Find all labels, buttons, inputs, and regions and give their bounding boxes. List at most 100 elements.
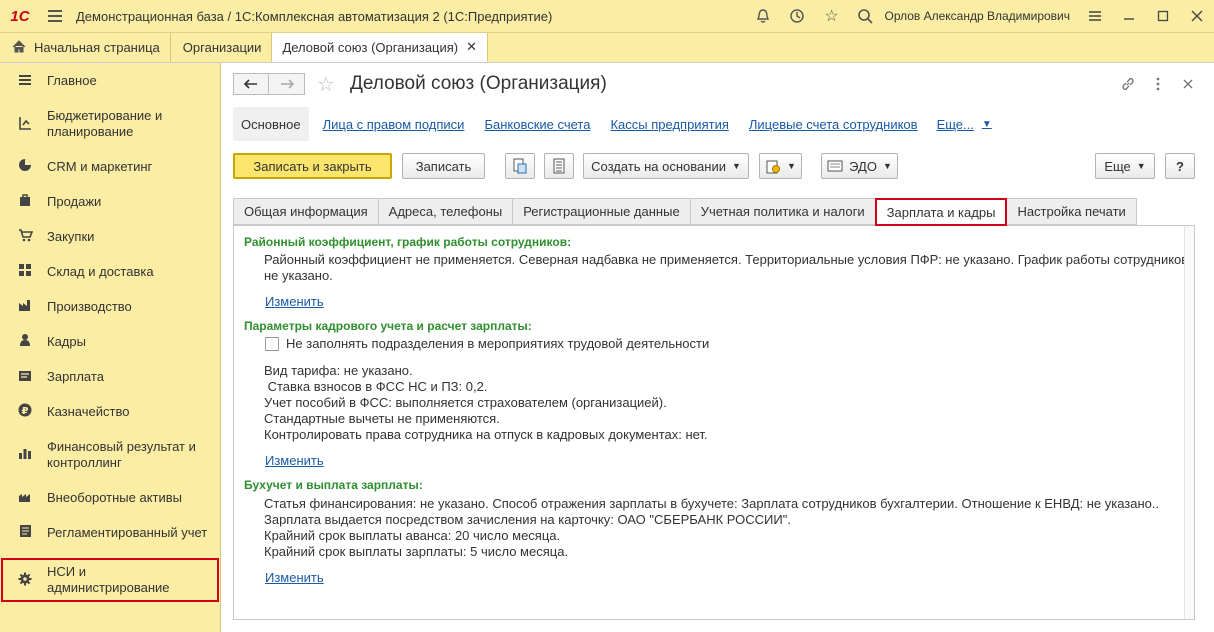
tab-home[interactable]: Начальная страница — [0, 33, 171, 62]
more-button[interactable]: Еще ▼ — [1095, 153, 1155, 179]
pie-icon — [16, 158, 34, 175]
sidebar-item-label: Зарплата — [47, 368, 104, 384]
link-icon[interactable] — [1113, 73, 1143, 95]
sidebar-item-label: CRM и маркетинг — [47, 158, 153, 174]
change-link-payment[interactable]: Изменить — [265, 570, 324, 585]
back-button[interactable] — [233, 73, 269, 95]
save-and-close-button[interactable]: Записать и закрыть — [233, 153, 392, 179]
link-signers[interactable]: Лица с правом подписи — [323, 117, 465, 132]
report-structure-button[interactable] — [505, 153, 535, 179]
salary-hr-panel: Районный коэффициент, график работы сотр… — [233, 225, 1195, 620]
tab-accounting-policy-taxes[interactable]: Учетная политика и налоги — [689, 198, 876, 225]
window-menu-icon[interactable] — [1078, 0, 1112, 33]
create-based-on-label: Создать на основании — [591, 158, 726, 174]
checkbox-box[interactable] — [265, 336, 279, 351]
tab-salary-hr[interactable]: Зарплата и кадры — [874, 198, 1008, 226]
hr-param-line: Ставка взносов в ФСС НС и ПЗ: 0,2. — [264, 379, 488, 394]
change-link-hr-params[interactable]: Изменить — [265, 453, 324, 468]
budget-icon — [16, 116, 34, 133]
salary-icon — [16, 369, 34, 385]
tab-home-label: Начальная страница — [34, 40, 160, 55]
sidebar-item-salary[interactable]: Зарплата — [0, 359, 220, 394]
close-window-icon[interactable] — [1180, 0, 1214, 33]
sidebar-item-label: Казначейство — [47, 403, 130, 419]
link-more[interactable]: Еще... ▼ — [937, 117, 992, 132]
change-link-regional[interactable]: Изменить — [265, 294, 324, 309]
tab-print-settings[interactable]: Настройка печати — [1006, 198, 1137, 225]
title-bar: 1С Демонстрационная база / 1С:Комплексна… — [0, 0, 1214, 33]
sidebar-item-financial-result[interactable]: Финансовый результат и контроллинг — [0, 429, 220, 480]
list-button[interactable] — [544, 153, 574, 179]
sidebar-item-sales[interactable]: Продажи — [0, 184, 220, 219]
save-and-close-label: Записать и закрыть — [253, 158, 372, 174]
sidebar-item-crm[interactable]: CRM и маркетинг — [0, 149, 220, 184]
history-icon[interactable] — [780, 0, 814, 33]
tab-registration-data[interactable]: Регистрационные данные — [512, 198, 691, 225]
favorites-star-icon[interactable]: ☆ — [814, 0, 848, 33]
document-structure-icon — [513, 158, 527, 174]
help-button[interactable]: ? — [1165, 153, 1195, 179]
sidebar-item-nsi-admin[interactable]: НСИ и администрирование — [1, 558, 219, 602]
sidebar-item-budget[interactable]: Бюджетирование и планирование — [0, 99, 220, 149]
sidebar-item-label: Производство — [47, 298, 132, 314]
hr-param-line: Учет пособий в ФСС: выполняется страхова… — [264, 395, 667, 410]
forward-button[interactable] — [269, 73, 305, 95]
list-icon — [553, 158, 565, 174]
sidebar-item-label: Финансовый результат и контроллинг — [47, 438, 196, 470]
chevron-down-icon: ▼ — [731, 161, 741, 171]
chevron-down-icon: ▼ — [981, 118, 992, 130]
user-name[interactable]: Орлов Александр Владимирович — [884, 9, 1070, 23]
tab-delovoy-soyuz[interactable]: Деловой союз (Организация) ✕ — [272, 33, 489, 62]
close-form-icon[interactable] — [1173, 73, 1203, 95]
hr-param-line: Контролировать права сотрудника на отпус… — [264, 427, 708, 442]
bag-icon — [16, 193, 34, 210]
sidebar-item-fixed-assets[interactable]: Внеоборотные активы — [0, 480, 220, 515]
sidebar-item-main[interactable]: Главное — [0, 63, 220, 99]
sidebar-item-hr[interactable]: Кадры — [0, 324, 220, 359]
tab-organizations-label: Организации — [182, 40, 262, 55]
sidebar-item-warehouse[interactable]: Склад и доставка — [0, 254, 220, 289]
help-label: ? — [1176, 158, 1184, 174]
vertical-scrollbar[interactable] — [1184, 226, 1194, 619]
payment-line: Крайний срок выплаты аванса: 20 число ме… — [264, 528, 561, 543]
tab-addresses-phones[interactable]: Адреса, телефоны — [377, 198, 514, 225]
create-based-on-button[interactable]: Создать на основании ▼ — [583, 153, 749, 179]
link-cash-desks[interactable]: Кассы предприятия — [610, 117, 728, 132]
attachments-button[interactable]: ▼ — [759, 153, 802, 179]
tab-delovoy-soyuz-label: Деловой союз (Организация) — [282, 39, 459, 55]
sidebar-item-treasury[interactable]: ₽ Казначейство — [0, 394, 220, 429]
payment-line: Крайний срок выплаты зарплаты: 5 число м… — [264, 544, 569, 559]
notifications-icon[interactable] — [746, 0, 780, 33]
app-logo: 1С — [10, 7, 30, 25]
factory-icon — [16, 298, 34, 315]
minimize-icon[interactable] — [1112, 0, 1146, 33]
link-main[interactable]: Основное — [233, 107, 309, 141]
sidebar-item-purchases[interactable]: Закупки — [0, 219, 220, 254]
ruble-icon: ₽ — [16, 403, 34, 420]
payment-line: Зарплата выдается посредством зачисления… — [264, 512, 791, 527]
sidebar-item-label: Склад и доставка — [47, 263, 154, 279]
favorite-star-icon[interactable]: ☆ — [317, 72, 335, 97]
main-menu-button[interactable] — [40, 10, 70, 22]
sidebar-item-label: НСИ и администрирование — [47, 564, 170, 595]
link-employee-accounts[interactable]: Лицевые счета сотрудников — [749, 117, 918, 132]
sidebar-item-label: Главное — [47, 73, 97, 88]
form-tabs: Общая информация Адреса, телефоны Регист… — [233, 198, 1137, 226]
sidebar-item-production[interactable]: Производство — [0, 289, 220, 324]
app-title: Демонстрационная база / 1С:Комплексная а… — [76, 8, 553, 24]
search-icon[interactable] — [848, 0, 882, 33]
cart-icon — [16, 228, 34, 245]
more-vertical-icon[interactable] — [1143, 73, 1173, 95]
close-tab-icon[interactable]: ✕ — [466, 39, 477, 55]
more-label: Еще — [1104, 158, 1131, 174]
no-fill-departments-checkbox[interactable]: Не заполнять подразделения в мероприятия… — [265, 336, 709, 351]
tab-general-info[interactable]: Общая информация — [233, 198, 379, 225]
open-windows-bar: Начальная страница Организации Деловой с… — [0, 33, 1214, 63]
maximize-icon[interactable] — [1146, 0, 1180, 33]
edo-button[interactable]: ЭДО ▼ — [821, 153, 898, 179]
tab-organizations[interactable]: Организации — [171, 33, 273, 62]
save-button[interactable]: Записать — [402, 153, 485, 179]
save-label: Записать — [415, 158, 472, 174]
sidebar-item-regulated-accounting[interactable]: Регламентированный учет — [0, 515, 220, 550]
link-bank-accounts[interactable]: Банковские счета — [484, 117, 590, 132]
